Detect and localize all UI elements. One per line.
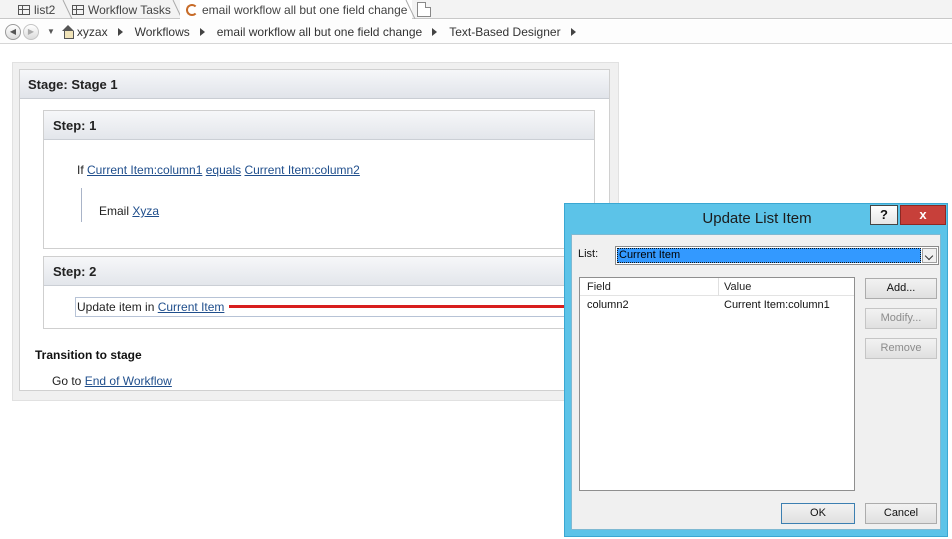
breadcrumb-item-designer[interactable]: Text-Based Designer <box>449 25 560 39</box>
stage-title[interactable]: Stage: Stage 1 <box>20 70 609 99</box>
column-header-value[interactable]: Value <box>724 281 751 293</box>
if-keyword: If <box>77 163 84 177</box>
help-button[interactable]: ? <box>870 205 898 225</box>
breadcrumb: ◀ ▶ ▼ xyzax Workflows email workflow all… <box>0 20 952 44</box>
breadcrumb-item-workflow[interactable]: email workflow all but one field change <box>217 25 422 39</box>
column-divider[interactable] <box>718 278 719 296</box>
update-keyword: Update item in <box>77 300 155 314</box>
condition-left-link[interactable]: Current Item:column1 <box>87 163 202 177</box>
tab-workflow-tasks[interactable]: Workflow Tasks <box>70 0 178 19</box>
chevron-left-icon: ◀ <box>9 27 17 36</box>
home-icon[interactable] <box>61 24 75 39</box>
tab-strip: list2 Workflow Tasks email workflow all … <box>0 0 952 19</box>
back-button[interactable]: ◀ <box>5 23 21 40</box>
forward-button[interactable]: ▶ <box>23 23 39 40</box>
close-button[interactable]: x <box>900 205 946 225</box>
step-1: Step: 1 If Current Item:column1 equals C… <box>43 110 595 249</box>
chevron-down-icon[interactable]: ▼ <box>47 27 55 36</box>
table-cell-field[interactable]: column2 <box>587 299 629 311</box>
goto-keyword: Go to <box>52 374 82 388</box>
tab-label: Workflow Tasks <box>88 2 171 17</box>
workflow-icon <box>186 3 198 16</box>
update-action-line: Update item in Current Item <box>77 300 224 314</box>
condition-line: If Current Item:column1 equals Current I… <box>77 163 360 177</box>
table-header: Field Value <box>580 278 854 296</box>
condition-operator-link[interactable]: equals <box>206 163 241 177</box>
breadcrumb-arrow-icon <box>199 27 205 36</box>
cancel-button[interactable]: Cancel <box>865 503 937 524</box>
dialog-body: List: Current Item Field Value column2 C… <box>571 234 941 530</box>
column-header-field[interactable]: Field <box>587 281 611 293</box>
new-tab-icon[interactable] <box>417 2 431 17</box>
update-list-link[interactable]: Current Item <box>158 300 225 314</box>
update-list-item-dialog: Update List Item ? x List: Current Item … <box>564 203 948 537</box>
tab-separator <box>405 0 416 19</box>
tab-email-workflow[interactable]: email workflow all but one field change <box>180 0 412 19</box>
condition-right-link[interactable]: Current Item:column2 <box>244 163 359 177</box>
list-label: List: <box>578 248 599 260</box>
transition-title: Transition to stage <box>35 348 142 362</box>
chevron-right-icon: ▶ <box>27 27 35 36</box>
branch-indent-bar <box>81 188 82 222</box>
chevron-down-icon[interactable] <box>922 248 937 263</box>
goto-target-link[interactable]: End of Workflow <box>85 374 172 388</box>
email-action-line: Email Xyza <box>99 204 159 218</box>
tab-list2[interactable]: list2 <box>0 0 66 19</box>
breadcrumb-item-workflows[interactable]: Workflows <box>135 25 190 39</box>
stage-panel: Stage: Stage 1 Step: 1 If Current Item:c… <box>19 69 610 391</box>
breadcrumb-arrow-icon <box>432 27 438 36</box>
list-select[interactable]: Current Item <box>615 246 939 265</box>
step-title[interactable]: Step: 2 <box>44 257 594 286</box>
tab-label: email workflow all but one field change <box>202 2 408 17</box>
breadcrumb-item-site[interactable]: xyzax <box>77 25 108 39</box>
add-button[interactable]: Add... <box>865 278 937 299</box>
email-recipient-link[interactable]: Xyza <box>132 204 159 218</box>
step-title[interactable]: Step: 1 <box>44 111 594 140</box>
remove-button[interactable]: Remove <box>865 338 937 359</box>
table-cell-value[interactable]: Current Item:column1 <box>724 299 830 311</box>
annotation-connector-line <box>229 305 585 308</box>
email-keyword: Email <box>99 204 130 218</box>
list-icon <box>18 4 30 15</box>
breadcrumb-arrow-icon <box>117 27 123 36</box>
goto-line: Go to End of Workflow <box>52 374 172 388</box>
list-select-value: Current Item <box>617 248 921 263</box>
step-2: Step: 2 Update item in Current Item <box>43 256 595 329</box>
stage-container: Stage: Stage 1 Step: 1 If Current Item:c… <box>12 62 619 401</box>
breadcrumb-arrow-icon <box>570 27 576 36</box>
field-value-table: Field Value column2 Current Item:column1 <box>579 277 855 491</box>
list-icon <box>72 4 84 15</box>
modify-button[interactable]: Modify... <box>865 308 937 329</box>
ok-button[interactable]: OK <box>781 503 855 524</box>
tab-label: list2 <box>34 2 56 17</box>
